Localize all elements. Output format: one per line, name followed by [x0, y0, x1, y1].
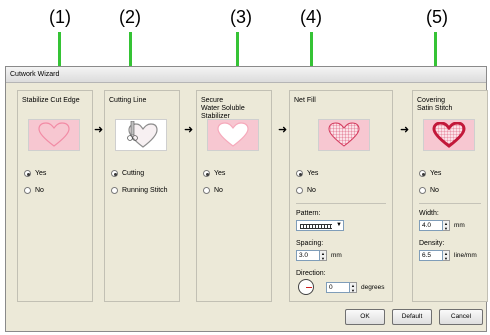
- cancel-button[interactable]: Cancel: [439, 309, 483, 325]
- ok-button[interactable]: OK: [345, 309, 385, 325]
- satin-stitch-thumbnail: [423, 119, 475, 151]
- spin-arrows-icon[interactable]: ▲ ▼: [320, 250, 327, 261]
- spin-arrows-icon[interactable]: ▲ ▼: [443, 250, 450, 261]
- density-unit: line/mm: [454, 252, 477, 259]
- radio-button[interactable]: [111, 187, 118, 194]
- radio-label: No: [307, 187, 316, 194]
- satin-heart-icon: [432, 122, 466, 148]
- step-title: Covering Satin Stitch: [417, 97, 453, 112]
- separator: [419, 203, 481, 204]
- radio-label: Yes: [430, 170, 442, 177]
- radio-button[interactable]: [111, 170, 118, 177]
- direction-input[interactable]: 0: [326, 282, 350, 293]
- window-title: Cutwork Wizard: [6, 67, 486, 83]
- spacing-label: Spacing:: [296, 240, 324, 247]
- width-stepper[interactable]: 4.0 ▲ ▼ mm: [419, 220, 465, 231]
- spacing-unit: mm: [331, 252, 342, 259]
- step-panel-cutting-line: Cutting Line Cutting Running Stitch: [104, 90, 180, 302]
- step-title: Net Fill: [294, 97, 316, 104]
- radio-button[interactable]: [203, 170, 210, 177]
- step-title: Stabilize Cut Edge: [22, 97, 80, 104]
- pattern-dropdown[interactable]: ▼: [296, 220, 344, 231]
- radio-label: No: [214, 187, 223, 194]
- callout-3: (3): [230, 7, 252, 27]
- radio-net-fill-yes[interactable]: Yes: [296, 170, 318, 177]
- callout-5: (5): [426, 7, 448, 27]
- radio-button[interactable]: [419, 187, 426, 194]
- width-input[interactable]: 4.0: [419, 220, 443, 231]
- density-stepper[interactable]: 6.5 ▲ ▼ line/mm: [419, 250, 477, 261]
- radio-label: Running Stitch: [122, 187, 168, 194]
- net-fill-thumbnail: [318, 119, 370, 151]
- radio-running-stitch[interactable]: Running Stitch: [111, 187, 168, 194]
- radio-stabilize-yes[interactable]: Yes: [24, 170, 46, 177]
- radio-button[interactable]: [296, 187, 303, 194]
- radio-button[interactable]: [24, 170, 31, 177]
- default-button[interactable]: Default: [392, 309, 432, 325]
- arrow-1: ➜: [94, 124, 104, 136]
- net-heart-icon: [328, 122, 360, 147]
- heart-icon: [217, 122, 249, 147]
- width-unit: mm: [454, 222, 465, 229]
- step-title: Cutting Line: [109, 97, 147, 104]
- callout-1: (1): [49, 7, 71, 27]
- spin-arrows-icon[interactable]: ▲ ▼: [350, 282, 357, 293]
- density-input[interactable]: 6.5: [419, 250, 443, 261]
- radio-satin-yes[interactable]: Yes: [419, 170, 441, 177]
- radio-label: Yes: [307, 170, 319, 177]
- scissors-heart-icon: [127, 121, 158, 148]
- pattern-label: Pattern:: [296, 210, 321, 217]
- radio-button[interactable]: [203, 187, 210, 194]
- callout-4: (4): [300, 7, 322, 27]
- density-label: Density:: [419, 240, 445, 247]
- stabilize-thumbnail: [28, 119, 80, 151]
- radio-label: Yes: [214, 170, 226, 177]
- chevron-down-icon[interactable]: ▼: [336, 221, 342, 230]
- step-panel-satin-stitch: Covering Satin Stitch Yes No Width: 4.0 …: [412, 90, 488, 302]
- step-panel-net-fill: Net Fill Yes No Pattern: ▼ Spacing: 3.0 …: [289, 90, 393, 302]
- cutting-line-thumbnail: [115, 119, 167, 151]
- radio-label: No: [430, 187, 439, 194]
- radio-button[interactable]: [24, 187, 31, 194]
- spacing-stepper[interactable]: 3.0 ▲ ▼ mm: [296, 250, 342, 261]
- spin-arrows-icon[interactable]: ▲ ▼: [443, 220, 450, 231]
- arrow-2: ➜: [184, 124, 194, 136]
- radio-label: No: [35, 187, 44, 194]
- arrow-3: ➜: [278, 124, 288, 136]
- spacing-input[interactable]: 3.0: [296, 250, 320, 261]
- radio-button[interactable]: [296, 170, 303, 177]
- width-label: Width:: [419, 210, 439, 217]
- radio-label: Yes: [35, 170, 47, 177]
- radio-satin-no[interactable]: No: [419, 187, 439, 194]
- radio-label: Cutting: [122, 170, 145, 177]
- step-title: Secure Water Soluble Stabilizer: [201, 97, 245, 120]
- separator: [296, 203, 386, 204]
- direction-label: Direction:: [296, 270, 326, 277]
- heart-outline-icon: [38, 122, 70, 147]
- radio-secure-no[interactable]: No: [203, 187, 223, 194]
- dial-hand: [306, 287, 312, 288]
- arrow-4: ➜: [400, 124, 410, 136]
- direction-unit: degrees: [361, 284, 385, 291]
- step-panel-secure-stabilizer: Secure Water Soluble Stabilizer Yes No: [196, 90, 272, 302]
- radio-stabilize-no[interactable]: No: [24, 187, 44, 194]
- radio-button[interactable]: [419, 170, 426, 177]
- radio-net-fill-no[interactable]: No: [296, 187, 316, 194]
- direction-stepper[interactable]: 0 ▲ ▼ degrees: [326, 282, 385, 293]
- step-panel-stabilize: Stabilize Cut Edge Yes No: [17, 90, 93, 302]
- radio-cutting[interactable]: Cutting: [111, 170, 144, 177]
- secure-stabilizer-thumbnail: [207, 119, 259, 151]
- callout-2: (2): [119, 7, 141, 27]
- radio-secure-yes[interactable]: Yes: [203, 170, 225, 177]
- net-pattern-preview: [300, 224, 332, 229]
- direction-dial-icon[interactable]: [298, 279, 314, 295]
